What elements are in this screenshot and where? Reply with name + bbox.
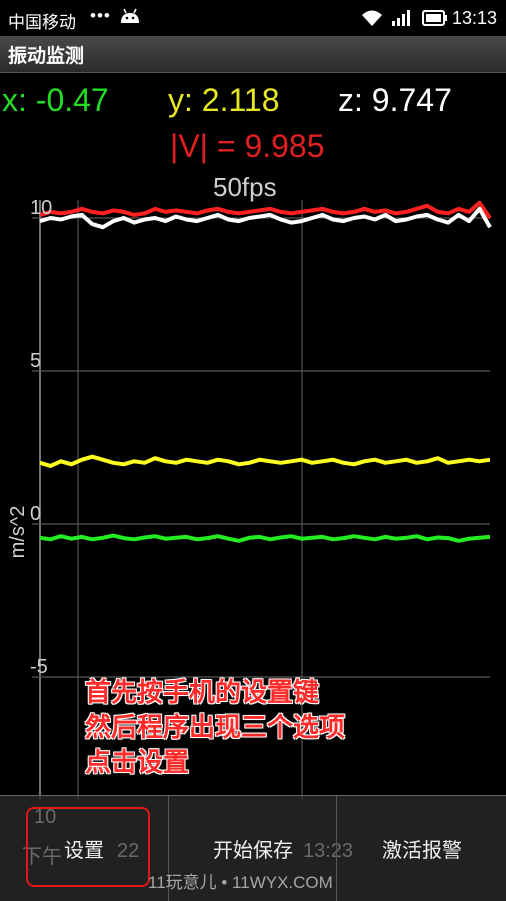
chart-series	[39, 200, 492, 543]
y-axis-label: m/s^2	[7, 506, 29, 559]
activate-alarm-label: 激活报警	[382, 838, 462, 862]
annotation-line-3: 点击设置	[85, 748, 190, 778]
start-save-label: 开始保存	[213, 838, 293, 862]
watermark: 11玩意儿 • 11WYX.COM	[148, 873, 333, 892]
y-tick-label: 10	[30, 197, 52, 219]
y-tick-label: -5	[30, 656, 48, 678]
series-line-2	[39, 454, 491, 468]
y-tick-label: 0	[30, 503, 41, 525]
activate-alarm-menu-item[interactable]: 激活报警	[336, 796, 506, 901]
instruction-annotation: 首先按手机的设置键 然后程序出现三个选项 点击设置	[85, 676, 345, 781]
series-line-3	[39, 533, 491, 543]
settings-highlight-box	[26, 807, 150, 887]
annotation-line-2: 然后程序出现三个选项	[85, 713, 346, 743]
annotation-line-1: 首先按手机的设置键	[85, 678, 320, 708]
y-tick-label: 5	[30, 350, 41, 372]
chart-ticks: 10 5 0 -5	[30, 197, 52, 678]
